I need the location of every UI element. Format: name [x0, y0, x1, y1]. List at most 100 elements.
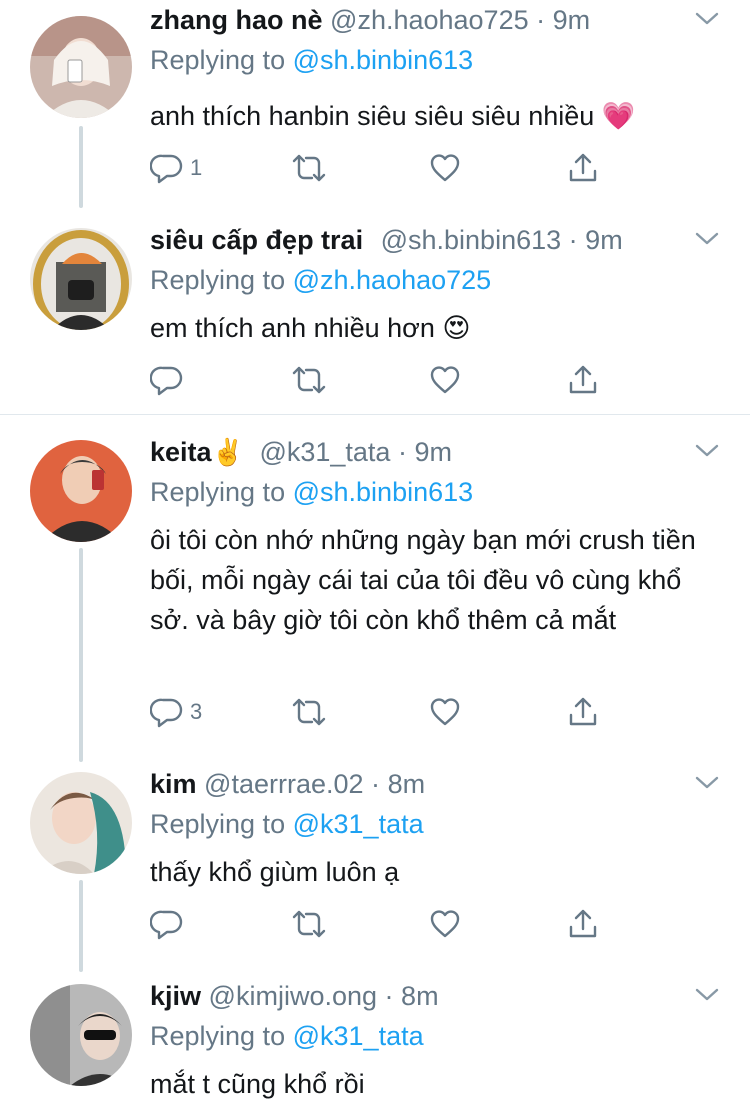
tweet-keita[interactable]: keita✌️ @k31_tata · 9m Replying to @sh.b…	[0, 432, 750, 762]
like-button[interactable]	[428, 362, 462, 398]
avatar[interactable]	[30, 440, 132, 542]
tweet-header: kim @taerrrae.02 · 8m	[150, 764, 425, 804]
tweet-header: kjiw @kimjiwo.ong · 8m	[150, 976, 439, 1016]
separator-dot: ·	[568, 225, 578, 255]
reply-button[interactable]	[150, 362, 190, 398]
tweet-header: zhang hao nè @zh.haohao725 · 9m	[150, 0, 590, 40]
like-button[interactable]	[428, 906, 462, 942]
reply-mention[interactable]: @sh.binbin613	[293, 477, 474, 507]
tweet-text: ôi tôi còn nhớ những ngày bạn mới crush …	[150, 525, 696, 635]
share-button[interactable]	[566, 362, 600, 398]
tweet-zhang-hao[interactable]: zhang hao nè @zh.haohao725 · 9m Replying…	[0, 0, 750, 208]
handle[interactable]: @zh.haohao725	[330, 5, 529, 35]
avatar[interactable]	[30, 984, 132, 1086]
action-bar: 1	[150, 150, 610, 186]
retweet-button[interactable]	[290, 362, 328, 398]
tweet-kjiw[interactable]: kjiw @kimjiwo.ong · 8m Replying to @k31_…	[0, 976, 750, 1100]
display-name[interactable]: kim	[150, 769, 197, 799]
separator-dot: ·	[397, 437, 407, 467]
reply-icon	[150, 910, 183, 940]
reply-icon	[150, 366, 183, 396]
retweet-icon	[292, 366, 326, 394]
separator-dot: ·	[384, 981, 394, 1011]
thread-line	[79, 880, 83, 972]
retweet-button[interactable]	[290, 906, 328, 942]
chevron-down-icon[interactable]	[694, 440, 720, 460]
display-name[interactable]: zhang hao nè	[150, 5, 323, 35]
reply-icon	[150, 154, 183, 184]
separator-dot: ·	[536, 5, 546, 35]
victory-hand-emoji: ✌️	[211, 437, 244, 467]
share-button[interactable]	[566, 906, 600, 942]
replying-to-label: Replying to	[150, 265, 286, 295]
reply-button[interactable]: 1	[150, 150, 202, 186]
retweet-icon	[292, 154, 326, 182]
retweet-button[interactable]	[290, 694, 328, 730]
reply-button[interactable]: 3	[150, 694, 202, 730]
action-bar	[150, 906, 610, 942]
tweet-text: thấy khổ giùm luôn ạ	[150, 857, 400, 887]
avatar[interactable]	[30, 16, 132, 118]
retweet-button[interactable]	[290, 150, 328, 186]
reply-count: 1	[190, 155, 203, 180]
tweet-kim[interactable]: kim @taerrrae.02 · 8m Replying to @k31_t…	[0, 764, 750, 972]
timestamp[interactable]: 9m	[553, 5, 591, 35]
like-button[interactable]	[428, 694, 462, 730]
reply-button[interactable]	[150, 906, 190, 942]
display-name[interactable]: siêu cấp đẹp trai	[150, 225, 363, 255]
timestamp[interactable]: 8m	[401, 981, 439, 1011]
display-name[interactable]: keita	[150, 437, 212, 467]
chevron-down-icon[interactable]	[694, 8, 720, 28]
separator-dot: ·	[371, 769, 381, 799]
tweet-header: siêu cấp đẹp trai @sh.binbin613 · 9m	[150, 220, 623, 260]
reply-mention[interactable]: @k31_tata	[293, 1021, 424, 1051]
chevron-down-icon[interactable]	[694, 772, 720, 792]
share-button[interactable]	[566, 150, 600, 186]
timestamp[interactable]: 8m	[388, 769, 426, 799]
reply-mention[interactable]: @k31_tata	[293, 809, 424, 839]
heart-icon	[430, 366, 460, 394]
timestamp[interactable]: 9m	[585, 225, 623, 255]
handle[interactable]: @sh.binbin613	[381, 225, 562, 255]
share-icon	[569, 365, 597, 394]
replying-to: Replying to @sh.binbin613	[150, 472, 473, 512]
chevron-down-icon[interactable]	[694, 984, 720, 1004]
replying-to: Replying to @k31_tata	[150, 1016, 424, 1056]
thread-line	[79, 548, 83, 762]
replying-to-label: Replying to	[150, 809, 286, 839]
handle[interactable]: @taerrrae.02	[204, 769, 363, 799]
display-name[interactable]: kjiw	[150, 981, 201, 1011]
reply-mention[interactable]: @sh.binbin613	[293, 45, 474, 75]
retweet-icon	[292, 698, 326, 726]
heart-icon	[430, 154, 460, 182]
reply-mention[interactable]: @zh.haohao725	[293, 265, 492, 295]
handle[interactable]: @kimjiwo.ong	[209, 981, 377, 1011]
heart-icon	[430, 698, 460, 726]
tweet-text: em thích anh nhiều hơn 😍	[150, 313, 471, 343]
retweet-icon	[292, 910, 326, 938]
thread-line	[79, 126, 83, 208]
action-bar	[150, 362, 610, 398]
share-icon	[569, 909, 597, 938]
tweet-text: mắt t cũng khổ rồi	[150, 1069, 365, 1099]
avatar[interactable]	[30, 228, 132, 330]
replying-to: Replying to @zh.haohao725	[150, 260, 491, 300]
tweet-header: keita✌️ @k31_tata · 9m	[150, 432, 452, 472]
replying-to-label: Replying to	[150, 45, 286, 75]
replying-to: Replying to @sh.binbin613	[150, 40, 473, 80]
reply-icon	[150, 698, 183, 728]
like-button[interactable]	[428, 150, 462, 186]
reply-count: 3	[190, 699, 203, 724]
share-button[interactable]	[566, 694, 600, 730]
heart-icon	[430, 910, 460, 938]
avatar[interactable]	[30, 772, 132, 874]
tweet-text: anh thích hanbin siêu siêu siêu nhiều 💗	[150, 101, 636, 131]
timestamp[interactable]: 9m	[414, 437, 452, 467]
chevron-down-icon[interactable]	[694, 228, 720, 248]
share-icon	[569, 697, 597, 726]
tweet-sieu-cap[interactable]: siêu cấp đẹp trai @sh.binbin613 · 9m Rep…	[0, 220, 750, 410]
handle[interactable]: @k31_tata	[259, 437, 390, 467]
thread-divider	[0, 414, 750, 415]
replying-to-label: Replying to	[150, 1021, 286, 1051]
replying-to: Replying to @k31_tata	[150, 804, 424, 844]
